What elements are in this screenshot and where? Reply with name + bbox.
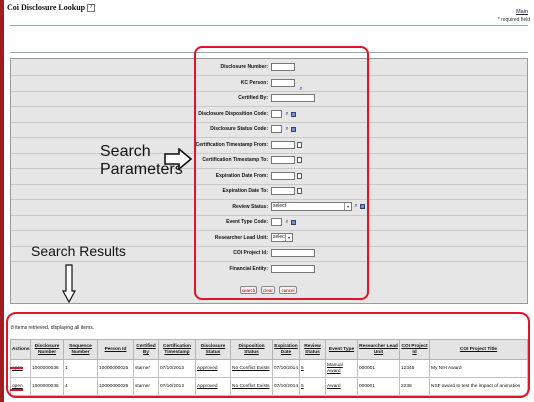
search-results-highlight	[6, 312, 530, 398]
help-icon[interactable]: ?	[87, 4, 96, 13]
main-menu-link[interactable]: Main	[516, 9, 528, 15]
header-divider	[10, 25, 528, 26]
right-arrow-icon	[164, 148, 193, 170]
down-arrow-icon	[62, 264, 76, 304]
left-accent-bar	[0, 0, 4, 402]
search-parameters-highlight	[194, 46, 369, 300]
search-results-annotation: Search Results	[31, 243, 126, 259]
page-title: Coi Disclosure Lookup?	[7, 3, 96, 13]
required-field-note: * required field	[497, 17, 530, 23]
